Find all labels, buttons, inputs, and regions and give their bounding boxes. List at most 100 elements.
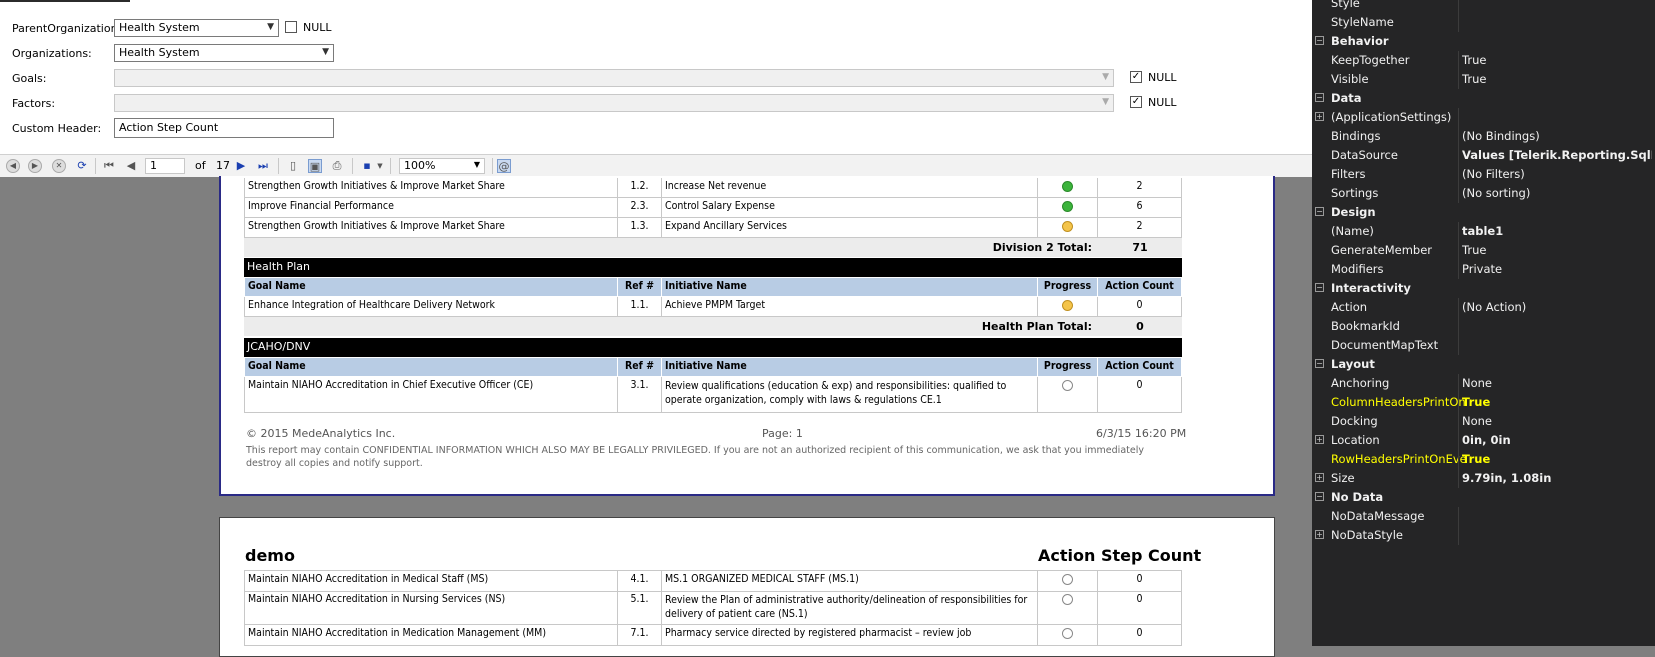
property-value[interactable]: True — [1462, 72, 1652, 86]
goals-select[interactable]: ▼ — [114, 69, 1114, 87]
property-value[interactable]: 9.79in, 1.08in — [1462, 471, 1652, 485]
property-row[interactable]: Anchoring None — [1312, 374, 1655, 393]
property-row[interactable]: Filters (No Filters) — [1312, 165, 1655, 184]
parent-org-value: Health System — [119, 21, 200, 34]
page-number-input[interactable]: 1 — [145, 158, 185, 174]
property-row[interactable]: + NoDataStyle — [1312, 526, 1655, 545]
property-category[interactable]: − Data — [1312, 89, 1655, 108]
property-category[interactable]: − Behavior — [1312, 32, 1655, 51]
property-value[interactable]: True — [1462, 243, 1652, 257]
collapse-icon[interactable]: − — [1315, 359, 1324, 368]
initiative-cell: Review qualifications (education & exp) … — [662, 377, 1038, 413]
collapse-icon[interactable]: − — [1315, 492, 1324, 501]
property-name: No Data — [1331, 490, 1384, 504]
document-map-icon[interactable]: ▯ — [286, 159, 300, 173]
property-value[interactable]: Values [Telerik.Reporting.SqlDataS — [1462, 148, 1652, 162]
forward-icon[interactable]: ▶ — [28, 159, 42, 173]
property-divider — [1458, 317, 1459, 336]
previous-page-icon[interactable]: ◀ — [124, 159, 138, 173]
property-row[interactable]: Docking None — [1312, 412, 1655, 431]
table-row: Maintain NIAHO Accreditation in Medical … — [244, 570, 1182, 592]
initiative-cell: MS.1 ORGANIZED MEDICAL STAFF (MS.1) — [662, 571, 1038, 592]
property-row[interactable]: Visible True — [1312, 70, 1655, 89]
property-row[interactable]: DocumentMapText — [1312, 336, 1655, 355]
print-icon[interactable]: ⎙ — [330, 159, 344, 173]
property-row[interactable]: Action (No Action) — [1312, 298, 1655, 317]
property-value[interactable]: (No Filters) — [1462, 167, 1652, 181]
property-value[interactable]: True — [1462, 452, 1652, 466]
property-value[interactable]: Private — [1462, 262, 1652, 276]
count-header: Action Count — [1098, 278, 1182, 297]
property-category[interactable]: − No Data — [1312, 488, 1655, 507]
property-value[interactable]: True — [1462, 395, 1652, 409]
export-save-icon[interactable]: ▪ — [360, 159, 374, 173]
stop-icon[interactable]: ✕ — [52, 159, 66, 173]
factors-null-checkbox[interactable]: ✓ — [1130, 96, 1142, 108]
property-row[interactable]: GenerateMember True — [1312, 241, 1655, 260]
orgs-label: Organizations: — [12, 47, 92, 60]
refresh-icon[interactable]: ⟳ — [75, 159, 89, 173]
orgs-select[interactable]: Health System ▼ — [114, 44, 334, 62]
collapse-icon[interactable]: − — [1315, 283, 1324, 292]
property-value[interactable]: (No sorting) — [1462, 186, 1652, 200]
property-row[interactable]: ColumnHeadersPrintOn True — [1312, 393, 1655, 412]
chevron-down-icon[interactable]: ▼ — [373, 159, 387, 173]
property-divider — [1458, 70, 1459, 89]
progress-cell — [1038, 178, 1098, 198]
property-value[interactable]: table1 — [1462, 224, 1652, 238]
property-value[interactable]: True — [1462, 53, 1652, 67]
division-2-total-row: Division 2 Total: 71 — [244, 238, 1182, 257]
expand-icon[interactable]: + — [1315, 435, 1324, 444]
parent-org-null-checkbox[interactable] — [285, 21, 297, 33]
property-row[interactable]: StyleName — [1312, 13, 1655, 32]
property-category[interactable]: − Interactivity — [1312, 279, 1655, 298]
property-row[interactable]: + Size 9.79in, 1.08in — [1312, 469, 1655, 488]
progress-empty-icon — [1062, 574, 1073, 585]
property-name: Style — [1331, 0, 1360, 10]
property-category[interactable]: − Layout — [1312, 355, 1655, 374]
property-row[interactable]: Modifiers Private — [1312, 260, 1655, 279]
print-preview-icon[interactable]: ▣ — [308, 159, 322, 173]
property-category[interactable]: − Design — [1312, 203, 1655, 222]
ref-cell: 7.1. — [618, 625, 662, 646]
property-divider — [1458, 374, 1459, 393]
collapse-icon[interactable]: − — [1315, 36, 1324, 45]
expand-icon[interactable]: + — [1315, 112, 1324, 121]
property-row[interactable]: DataSource Values [Telerik.Reporting.SqlD… — [1312, 146, 1655, 165]
property-value[interactable]: None — [1462, 414, 1652, 428]
property-row[interactable]: RowHeadersPrintOnEve True — [1312, 450, 1655, 469]
property-row[interactable]: KeepTogether True — [1312, 51, 1655, 70]
property-value[interactable]: (No Action) — [1462, 300, 1652, 314]
expand-icon[interactable]: + — [1315, 530, 1324, 539]
property-row[interactable]: + (ApplicationSettings) — [1312, 108, 1655, 127]
parameters-toggle-icon[interactable]: @ — [497, 159, 511, 173]
first-page-icon[interactable]: ⏮ — [102, 159, 116, 173]
parent-org-select[interactable]: Health System ▼ — [114, 19, 279, 37]
zoom-select[interactable]: 100% ▼ — [399, 158, 485, 174]
goals-null-checkbox[interactable]: ✓ — [1130, 71, 1142, 83]
next-page-icon[interactable]: ▶ — [234, 159, 248, 173]
ref-cell: 1.1. — [618, 297, 662, 317]
property-value[interactable]: (No Bindings) — [1462, 129, 1652, 143]
progress-empty-icon — [1062, 380, 1073, 391]
expand-icon[interactable]: + — [1315, 473, 1324, 482]
property-row[interactable]: Bindings (No Bindings) — [1312, 127, 1655, 146]
property-row[interactable]: Style — [1312, 0, 1655, 13]
goal-cell: Maintain NIAHO Accreditation in Medicati… — [244, 625, 618, 646]
property-row[interactable]: (Name) table1 — [1312, 222, 1655, 241]
last-page-icon[interactable]: ⏭ — [256, 159, 270, 173]
property-row[interactable]: Sortings (No sorting) — [1312, 184, 1655, 203]
custom-header-input[interactable]: Action Step Count — [114, 118, 334, 138]
property-name: GenerateMember — [1331, 243, 1433, 257]
property-divider — [1458, 0, 1459, 13]
collapse-icon[interactable]: − — [1315, 93, 1324, 102]
property-row[interactable]: BookmarkId — [1312, 317, 1655, 336]
property-value[interactable]: 0in, 0in — [1462, 433, 1652, 447]
collapse-icon[interactable]: − — [1315, 207, 1324, 216]
count-cell: 2 — [1098, 178, 1182, 198]
back-icon[interactable]: ◀ — [6, 159, 20, 173]
property-row[interactable]: NoDataMessage — [1312, 507, 1655, 526]
property-row[interactable]: + Location 0in, 0in — [1312, 431, 1655, 450]
factors-select[interactable]: ▼ — [114, 94, 1114, 112]
property-value[interactable]: None — [1462, 376, 1652, 390]
